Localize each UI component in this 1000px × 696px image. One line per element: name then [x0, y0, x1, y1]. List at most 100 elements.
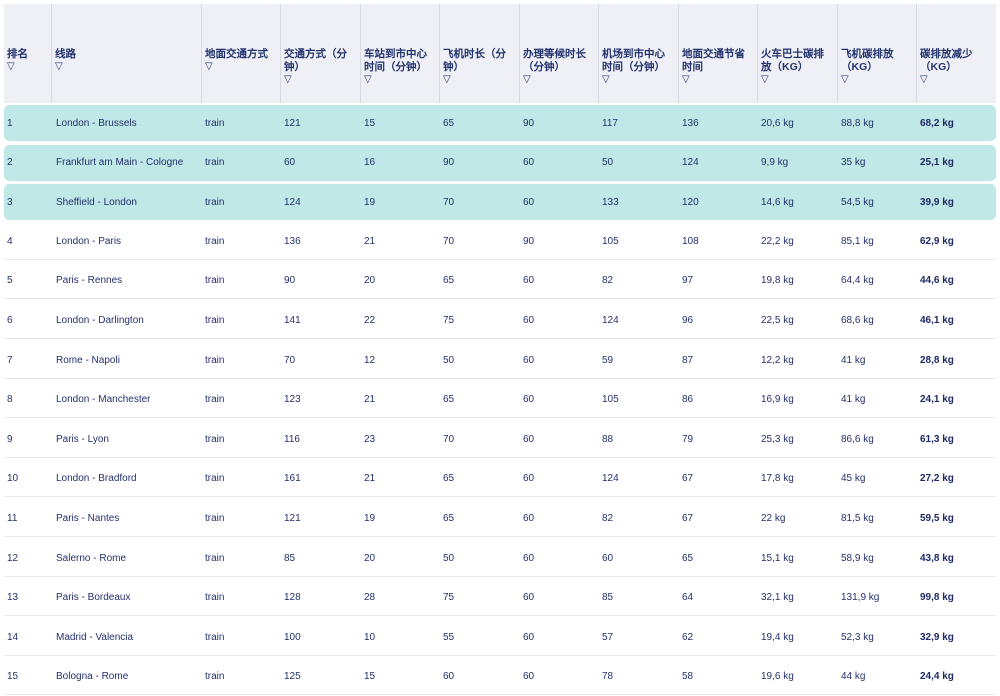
route-cell: Paris - Rennes: [56, 275, 123, 287]
airport-time-cell: 105: [602, 235, 619, 247]
travel-time-cell: 125: [284, 671, 301, 683]
column-ground-mode-header[interactable]: 地面交通方式 ▽: [202, 4, 281, 103]
co2-reduction-cell: 61,3 kg: [920, 433, 954, 445]
ground-co2-cell: 22 kg: [761, 512, 786, 524]
rank-cell: 6: [7, 314, 13, 326]
column-station-time-header[interactable]: 车站到市中心时间（分钟） ▽: [361, 4, 440, 103]
mode-cell: train: [205, 631, 225, 643]
airport-time-cell: 105: [602, 394, 619, 406]
ground-co2-cell: 19,8 kg: [761, 275, 794, 287]
rank-cell: 12: [7, 552, 19, 564]
table-row: 10 London - Bradford train 161 21 65 60 124 67 17…: [4, 461, 996, 498]
plane-co2-cell: 64,4 kg: [841, 275, 874, 287]
rank-cell: 15: [7, 671, 19, 683]
sort-icon[interactable]: ▽: [523, 74, 594, 86]
column-co2-reduction-header[interactable]: 碳排放减少（KG） ▽: [917, 4, 1000, 103]
flight-time-cell: 65: [443, 275, 455, 287]
mode-cell: train: [205, 552, 225, 564]
column-plane-co2-header[interactable]: 飞机碳排放（KG） ▽: [838, 4, 917, 103]
table-row: 14 Madrid - Valencia train 100 10 55 60 57 62 19,…: [4, 620, 996, 656]
co2-reduction-cell: 25,1 kg: [920, 157, 954, 169]
station-time-cell: 21: [364, 473, 376, 485]
station-time-cell: 20: [364, 275, 376, 287]
travel-time-cell: 128: [284, 592, 301, 604]
sort-icon[interactable]: ▽: [364, 74, 435, 86]
sort-icon[interactable]: ▽: [841, 74, 912, 86]
co2-reduction-cell: 32,9 kg: [920, 631, 954, 643]
co2-reduction-cell: 43,8 kg: [920, 552, 954, 564]
flight-time-cell: 70: [443, 235, 455, 247]
plane-co2-cell: 41 kg: [841, 394, 866, 406]
co2-reduction-cell: 44,6 kg: [920, 275, 954, 287]
time-saved-cell: 96: [682, 314, 694, 326]
time-saved-cell: 65: [682, 552, 694, 564]
column-travel-time-header[interactable]: 交通方式（分钟） ▽: [281, 4, 361, 103]
mode-cell: train: [205, 592, 225, 604]
table-row: 13 Paris - Bordeaux train 128 28 75 60 85 64 32,1…: [4, 580, 996, 617]
sort-icon[interactable]: ▽: [443, 74, 515, 86]
sort-icon[interactable]: ▽: [205, 61, 276, 73]
sort-icon[interactable]: ▽: [761, 74, 833, 86]
station-time-cell: 19: [364, 196, 376, 208]
airport-time-cell: 78: [602, 671, 614, 683]
airport-time-cell: 50: [602, 157, 614, 169]
table-row: 4 London - Paris train 136 21 70 90 105 108 22,2 …: [4, 224, 996, 260]
column-time-saved-header[interactable]: 地面交通节省时间 ▽: [679, 4, 758, 103]
sort-icon[interactable]: ▽: [602, 74, 674, 86]
flight-time-cell: 70: [443, 196, 455, 208]
rank-cell: 2: [7, 157, 13, 169]
route-cell: Bologna - Rome: [56, 671, 129, 683]
flight-time-cell: 55: [443, 631, 455, 643]
ground-co2-cell: 9,9 kg: [761, 157, 789, 169]
mode-cell: train: [205, 433, 225, 445]
column-route-header[interactable]: 线路 ▽: [52, 4, 202, 103]
co2-reduction-cell: 24,4 kg: [920, 671, 954, 683]
sort-icon[interactable]: ▽: [682, 74, 753, 86]
checkin-time-cell: 90: [523, 117, 535, 129]
co2-reduction-cell: 46,1 kg: [920, 314, 954, 326]
flight-time-cell: 60: [443, 671, 455, 683]
time-saved-cell: 136: [682, 117, 699, 129]
co2-reduction-cell: 27,2 kg: [920, 473, 954, 485]
co2-reduction-cell: 99,8 kg: [920, 592, 954, 604]
travel-time-cell: 60: [284, 157, 296, 169]
station-time-cell: 23: [364, 433, 376, 445]
sort-icon[interactable]: ▽: [55, 61, 197, 73]
flight-time-cell: 50: [443, 354, 455, 366]
column-ground-co2-header[interactable]: 火车巴士碳排放（KG） ▽: [758, 4, 838, 103]
travel-time-cell: 141: [284, 314, 301, 326]
station-time-cell: 28: [364, 592, 376, 604]
header-label: 线路: [55, 48, 76, 60]
rank-cell: 13: [7, 592, 19, 604]
table-row: 2 Frankfurt am Main - Cologne train 60 16 90 6…: [4, 144, 996, 181]
plane-co2-cell: 81,5 kg: [841, 512, 874, 524]
co2-reduction-cell: 28,8 kg: [920, 354, 954, 366]
column-flight-time-header[interactable]: 飞机时长（分钟） ▽: [440, 4, 520, 103]
rank-cell: 8: [7, 394, 13, 406]
column-airport-time-header[interactable]: 机场到市中心时间（分钟） ▽: [599, 4, 679, 103]
table-row: 12 Salerno - Rome train 85 20 50 60 60 65 15,1 kg…: [4, 541, 996, 577]
route-cell: Rome - Napoli: [56, 354, 120, 366]
sort-icon[interactable]: ▽: [284, 74, 356, 86]
table-row: 8 London - Manchester train 123 21 65 60 105 86 1…: [4, 382, 996, 419]
route-cell: Paris - Lyon: [56, 433, 109, 445]
column-rank-header[interactable]: 排名 ▽: [4, 4, 52, 103]
plane-co2-cell: 41 kg: [841, 354, 866, 366]
column-checkin-time-header[interactable]: 办理等候时长（分钟） ▽: [520, 4, 599, 103]
flight-time-cell: 65: [443, 473, 455, 485]
time-saved-cell: 79: [682, 433, 694, 445]
rank-cell: 5: [7, 275, 13, 287]
co2-reduction-cell: 62,9 kg: [920, 235, 954, 247]
checkin-time-cell: 60: [523, 433, 535, 445]
mode-cell: train: [205, 157, 225, 169]
sort-icon[interactable]: ▽: [7, 61, 47, 73]
station-time-cell: 21: [364, 394, 376, 406]
travel-time-cell: 90: [284, 275, 296, 287]
station-time-cell: 21: [364, 235, 376, 247]
plane-co2-cell: 68,6 kg: [841, 314, 874, 326]
rank-cell: 1: [7, 117, 13, 129]
travel-time-cell: 121: [284, 512, 301, 524]
sort-icon[interactable]: ▽: [920, 74, 996, 86]
plane-co2-cell: 85,1 kg: [841, 235, 874, 247]
ground-co2-cell: 22,5 kg: [761, 314, 794, 326]
